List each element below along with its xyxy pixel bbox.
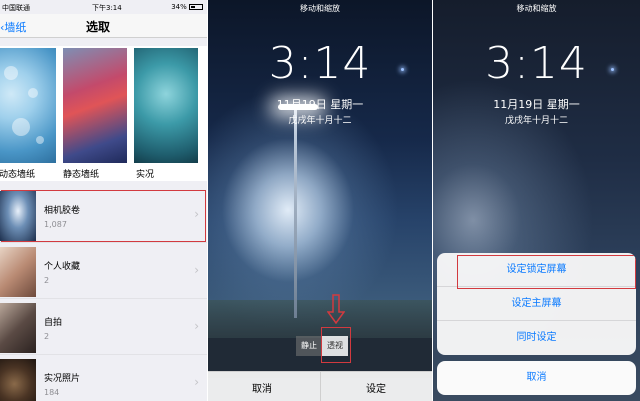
status-bar: 中国联通 下午3:14 34% (0, 0, 207, 14)
still-option[interactable]: 静止 (296, 336, 322, 356)
wallpaper-picker-screen: 中国联通 下午3:14 34% ‹墙纸 选取 动态墙纸 静态墙纸 实况 相机胶卷… (0, 0, 207, 401)
album-row-live-photos[interactable]: 实况照片 184 › (0, 357, 207, 401)
live-wallpaper-thumbnail[interactable] (134, 48, 198, 163)
move-scale-hint: 移动和缩放 (300, 4, 340, 13)
sheet-cancel-button[interactable]: 取消 (437, 361, 636, 395)
album-row-camera-roll[interactable]: 相机胶卷 1,087 › (0, 189, 207, 243)
chevron-right-icon: › (194, 207, 199, 221)
cancel-button[interactable]: 取消 (252, 380, 272, 395)
status-time: 下午3:14 (92, 4, 122, 12)
page-title: 选取 (86, 20, 111, 34)
dynamic-wallpaper-label: 动态墙纸 (0, 170, 36, 180)
album-name: 个人收藏 (44, 262, 81, 272)
lock-date: 11月19日 星期一 (493, 98, 580, 111)
navigation-bar: ‹墙纸 选取 (0, 14, 207, 38)
set-button[interactable]: 设定 (366, 380, 386, 395)
perspective-highlight-frame (321, 327, 351, 363)
wallpaper-preview-screen: 移动和缩放 3:14 11月19日 星期一 戊戌年十月十二 静止 透视 取消 设… (208, 0, 432, 401)
divider (320, 372, 321, 401)
lock-lunar-date: 戊戌年十月十二 (504, 116, 568, 126)
set-wallpaper-sheet-screen: 移动和缩放 3:14 11月19日 星期一 戊戌年十月十二 设定锁定屏幕 设定主… (433, 0, 640, 401)
preview-bottom-bar: 取消 设定 (208, 371, 432, 401)
street-lamp-pole (294, 108, 297, 318)
album-count: 184 (44, 388, 60, 397)
lock-screen-highlight-frame (457, 255, 636, 289)
lock-clock: 3:14 (268, 38, 372, 89)
chevron-right-icon: › (194, 375, 199, 389)
album-thumbnail (0, 359, 36, 401)
album-thumbnail (0, 191, 36, 241)
still-wallpaper-label: 静态墙纸 (63, 170, 100, 180)
still-wallpaper-thumbnail[interactable] (63, 48, 127, 163)
dynamic-wallpaper-thumbnail[interactable] (0, 48, 56, 163)
set-both-button[interactable]: 同时设定 (437, 321, 636, 355)
album-row-selfies[interactable]: 自拍 2 › (0, 301, 207, 355)
battery-icon (189, 4, 203, 10)
battery-indicator: 34% (171, 3, 203, 11)
action-sheet: 设定锁定屏幕 设定主屏幕 同时设定 (437, 253, 636, 355)
live-wallpaper-label: 实况 (136, 170, 155, 180)
album-count: 2 (44, 332, 50, 341)
album-thumbnail (0, 247, 36, 297)
down-arrow-icon (327, 294, 345, 324)
wallpaper-categories: 动态墙纸 静态墙纸 实况 (0, 46, 207, 181)
album-count: 1,087 (44, 220, 67, 229)
back-button[interactable]: ‹墙纸 (0, 19, 26, 35)
chevron-right-icon: › (194, 319, 199, 333)
lock-lunar-date: 戊戌年十月十二 (288, 116, 352, 126)
lock-date: 11月19日 星期一 (276, 98, 364, 111)
carrier-label: 中国联通 (2, 4, 30, 12)
lock-clock: 3:14 (485, 38, 588, 89)
set-home-screen-button[interactable]: 设定主屏幕 (437, 287, 636, 321)
back-label: 墙纸 (4, 21, 27, 34)
chevron-right-icon: › (194, 263, 199, 277)
album-count: 2 (44, 276, 50, 285)
album-row-favorites[interactable]: 个人收藏 2 › (0, 245, 207, 299)
album-name: 实况照片 (44, 374, 81, 384)
battery-percent: 34% (171, 3, 187, 11)
album-name: 自拍 (44, 318, 63, 328)
album-name: 相机胶卷 (44, 206, 81, 216)
album-thumbnail (0, 303, 36, 353)
wallpaper-grass (208, 300, 432, 340)
move-scale-hint: 移动和缩放 (516, 4, 557, 13)
